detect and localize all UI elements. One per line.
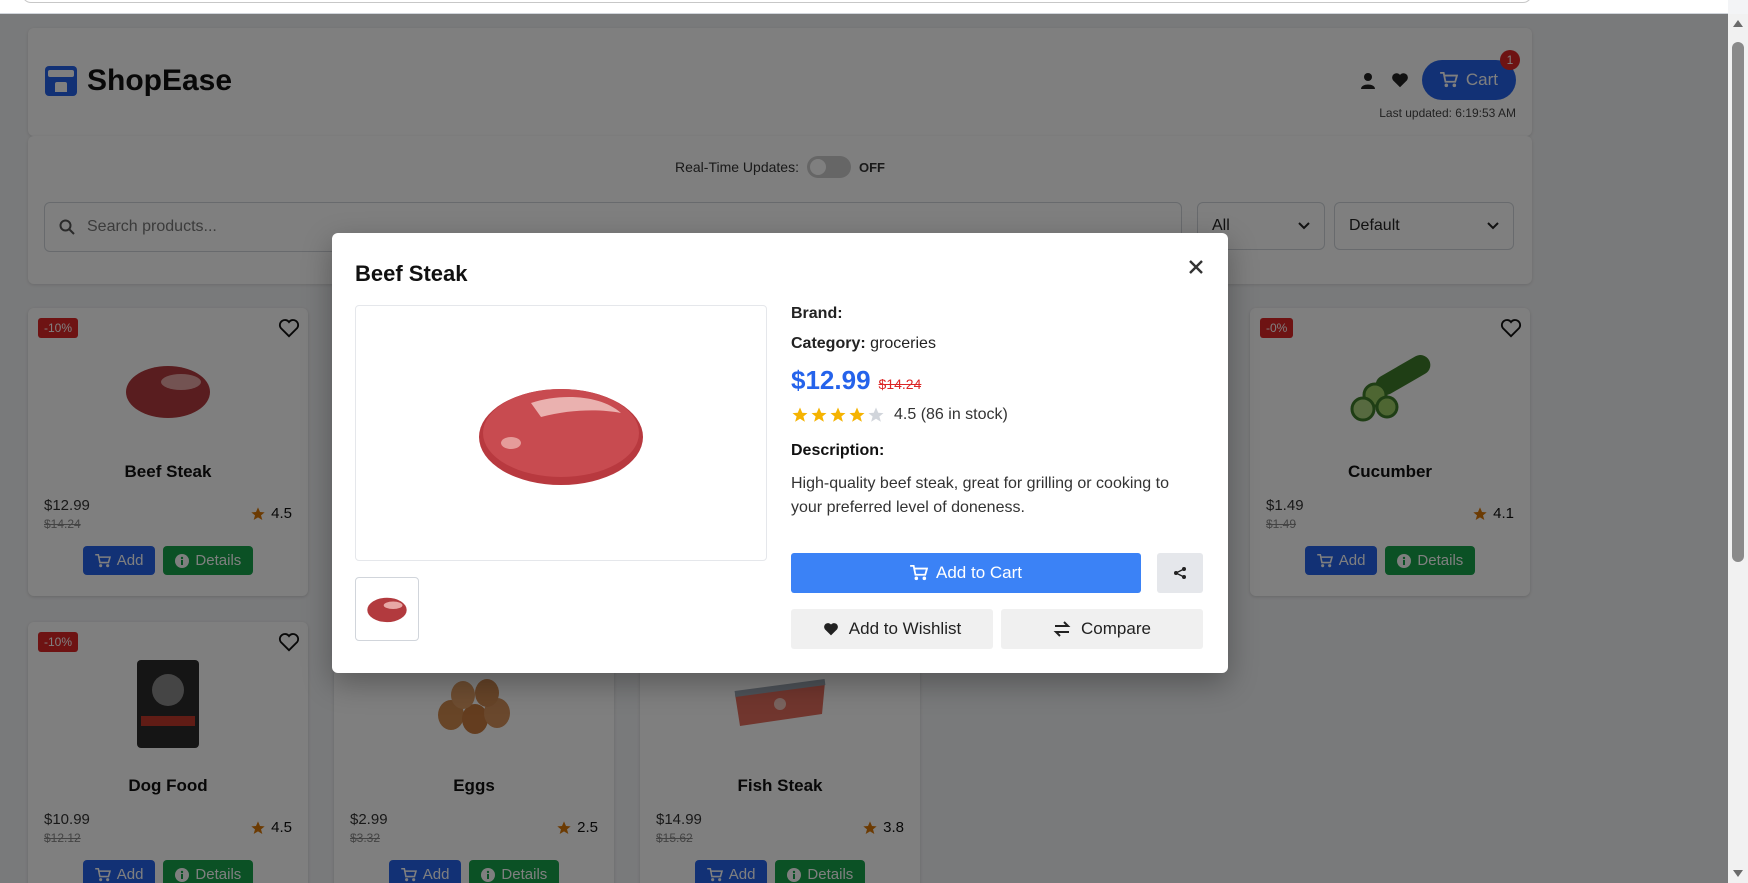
cart-icon <box>910 565 928 581</box>
vertical-scrollbar[interactable] <box>1728 14 1748 883</box>
compare-arrows-icon <box>1053 621 1071 637</box>
secondary-actions: Add to Wishlist Compare <box>791 609 1203 649</box>
category-value: groceries <box>870 335 936 352</box>
brand-row: Brand: <box>791 305 1203 323</box>
add-to-cart-label: Add to Cart <box>936 563 1022 582</box>
compare-button[interactable]: Compare <box>1001 609 1203 649</box>
tab-strip <box>22 0 1532 3</box>
brand-label: Brand: <box>791 305 843 322</box>
share-button[interactable] <box>1157 553 1203 593</box>
star-icon <box>811 407 827 422</box>
add-to-cart-button[interactable]: Add to Cart <box>791 553 1141 593</box>
scrollbar-thumb[interactable] <box>1732 42 1744 562</box>
star-icon <box>792 407 808 422</box>
heart-icon <box>823 623 838 636</box>
modal-title: Beef Steak <box>355 261 468 286</box>
price-row: $12.99 $14.24 <box>791 365 1203 396</box>
add-to-wishlist-button[interactable]: Add to Wishlist <box>791 609 993 649</box>
rating-row: 4.5 (86 in stock) <box>791 406 1203 424</box>
rating-text: 4.5 (86 in stock) <box>894 406 1008 423</box>
scroll-down-icon[interactable] <box>1733 870 1743 877</box>
category-label: Category: <box>791 335 866 352</box>
product-thumbnail[interactable] <box>355 577 419 641</box>
compare-label: Compare <box>1081 619 1151 638</box>
close-icon[interactable] <box>1186 257 1206 277</box>
product-main-image <box>355 305 767 561</box>
description-text: High-quality beef steak, great for grill… <box>791 475 1169 516</box>
modal-old-price: $14.24 <box>878 376 922 392</box>
scroll-up-icon[interactable] <box>1733 20 1743 27</box>
share-icon <box>1174 567 1186 579</box>
browser-top-strip <box>0 0 1728 14</box>
star-icon <box>849 407 865 422</box>
primary-actions: Add to Cart <box>791 553 1203 593</box>
modal-price: $12.99 <box>791 365 871 395</box>
category-row: Category: groceries <box>791 335 1203 353</box>
product-info: Brand: Category: groceries $12.99 $14.24… <box>791 305 1203 520</box>
add-to-wishlist-label: Add to Wishlist <box>848 619 962 638</box>
star-empty-icon <box>868 407 884 422</box>
description-label: Description: <box>791 442 885 459</box>
star-icon <box>830 407 846 422</box>
product-detail-modal: Beef Steak Brand: Category: groceries $1… <box>332 233 1228 673</box>
modal-actions: Add to Cart Add to Wishlist Compare <box>791 553 1203 649</box>
